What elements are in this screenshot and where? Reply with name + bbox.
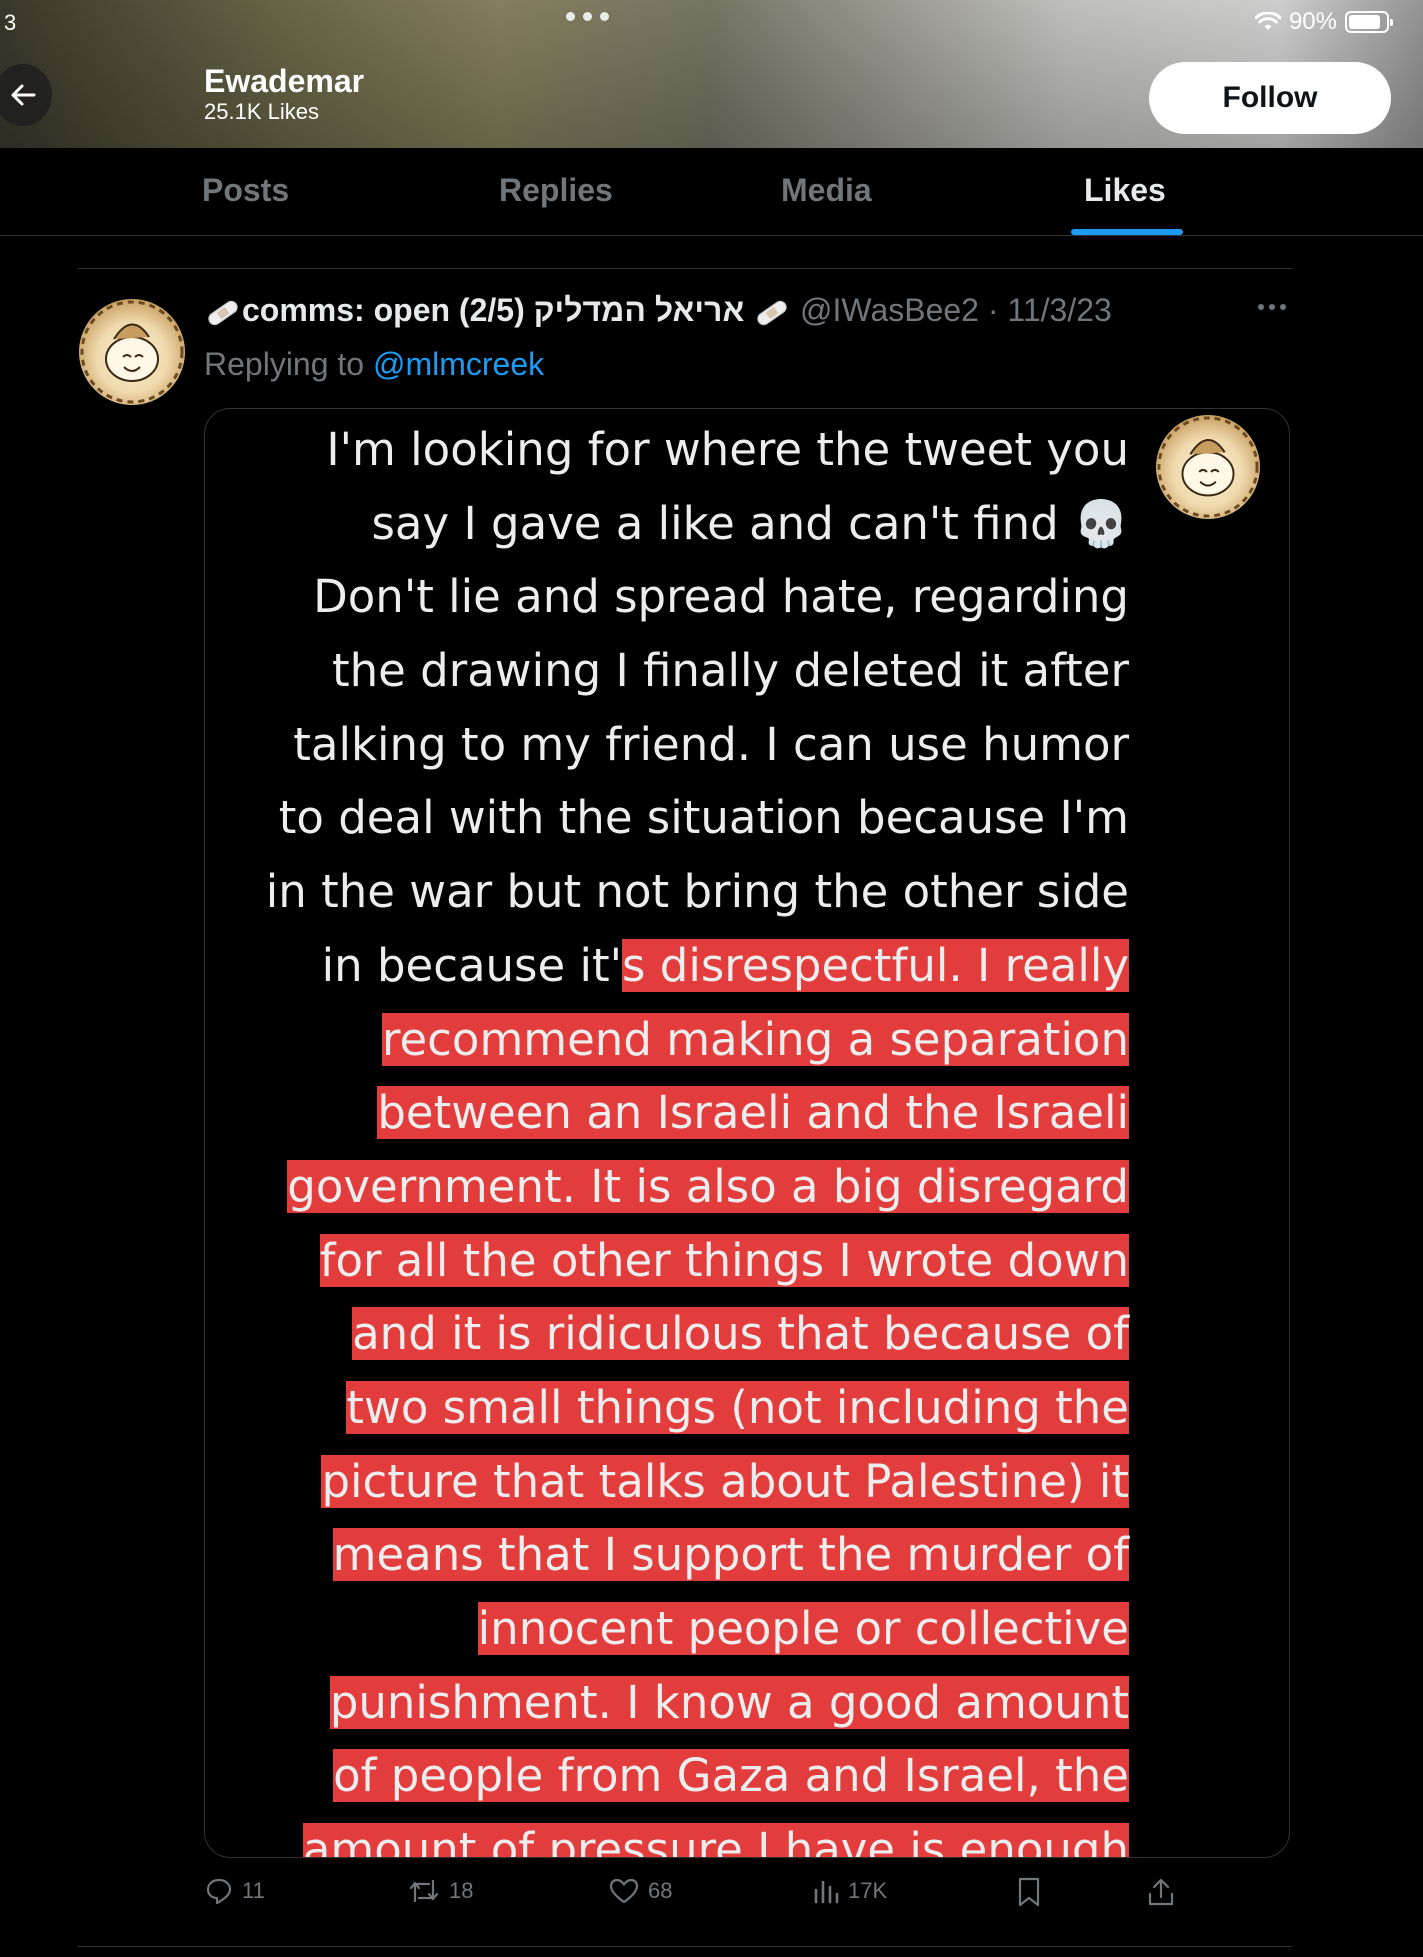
image-text-plain: in because it' (321, 938, 622, 992)
image-text-line: the drawing I finally deleted it after (205, 634, 1129, 708)
image-text-plain: in the war but not bring the other side (265, 865, 1129, 919)
image-text-highlighted: innocent people or collective (477, 1602, 1129, 1655)
repost-button[interactable]: 18 (407, 1876, 473, 1906)
image-avatar (1156, 415, 1260, 519)
tweet-header: comms: open (2/5) אריאל המדליק @IWasBee2… (204, 292, 1112, 329)
image-text-plain: to deal with the situation because I'm (278, 791, 1129, 845)
replying-to: Replying to @mlmcreek (204, 346, 544, 383)
more-icon[interactable] (1258, 304, 1286, 310)
bandage-icon (753, 298, 791, 328)
repost-icon (407, 1876, 441, 1906)
image-text-plain: the drawing I finally deleted it after (332, 644, 1129, 698)
image-text-highlighted: between an Israeli and the Israeli (377, 1086, 1129, 1140)
like-icon (608, 1876, 640, 1906)
tweet-image[interactable]: I'm looking for where the tweet you say I… (204, 408, 1290, 1858)
tab-likes[interactable]: Likes (1084, 172, 1166, 209)
status-indicators: 90% (1254, 8, 1393, 36)
bookmark-button[interactable] (1016, 1876, 1042, 1908)
image-text-highlighted: of people from Gaza and Israel, the (333, 1749, 1129, 1803)
wifi-icon (1254, 12, 1281, 32)
image-text-highlighted: for all the other things I wrote down (319, 1233, 1129, 1287)
image-text: I'm looking for where the tweet you say I… (205, 413, 1129, 1857)
image-text-plain: talking to my friend. I can use humor (293, 717, 1129, 771)
tab-posts[interactable]: Posts (202, 172, 289, 209)
image-text-highlighted: punishment. I know a good amount (329, 1675, 1129, 1729)
image-text-line: in because it's disrespectful. I really (205, 929, 1129, 1003)
image-text-plain: I'm looking for where the tweet you (326, 423, 1129, 476)
image-text-line: talking to my friend. I can use humor (205, 708, 1129, 782)
image-text-line: of people from Gaza and Israel, the (205, 1739, 1129, 1813)
image-text-plain: say I gave a like and can't find 💀 (371, 496, 1129, 550)
follow-button[interactable]: Follow (1149, 62, 1391, 134)
tweet-handle-date[interactable]: @IWasBee2 · 11/3/23 (800, 292, 1112, 328)
tab-replies[interactable]: Replies (499, 172, 613, 209)
image-text-line: amount of pressure I have is enough (205, 1813, 1129, 1857)
profile-tabs: Posts Replies Media Likes (0, 148, 1423, 236)
replying-mention[interactable]: @mlmcreek (373, 346, 544, 382)
image-text-line: to deal with the situation because I'm (205, 781, 1129, 855)
reply-button[interactable]: 11 (204, 1876, 265, 1906)
like-button[interactable]: 68 (608, 1876, 672, 1906)
image-text-plain: Don't lie and spread hate, regarding (313, 570, 1129, 624)
tweet-author-name[interactable]: comms: open (2/5) אריאל המדליק (242, 292, 744, 328)
reply-count: 11 (242, 1878, 265, 1903)
image-text-line: say I gave a like and can't find 💀 (205, 487, 1129, 561)
back-arrow-icon (8, 80, 38, 110)
image-text-line: I'm looking for where the tweet you (205, 413, 1129, 487)
bookmark-icon (1016, 1876, 1042, 1908)
like-count: 68 (648, 1878, 673, 1903)
image-text-line: government. It is also a big disregard (205, 1150, 1129, 1224)
image-text-line: means that I support the murder of (205, 1518, 1129, 1592)
divider (78, 268, 1292, 269)
image-text-line: Don't lie and spread hate, regarding (205, 560, 1129, 634)
profile-likes-count: 25.1K Likes (204, 99, 319, 125)
repost-count: 18 (449, 1878, 474, 1903)
replying-prefix: Replying to (204, 346, 365, 382)
image-text-line: recommend making a separation (205, 1003, 1129, 1077)
image-text-line: punishment. I know a good amount (205, 1666, 1129, 1740)
image-text-line: innocent people or collective (205, 1592, 1129, 1666)
battery-percent: 90% (1288, 8, 1337, 35)
image-text-line: for all the other things I wrote down (205, 1224, 1129, 1298)
views-count: 17K (848, 1878, 888, 1903)
image-text-highlighted: government. It is also a big disregard (287, 1159, 1129, 1213)
tab-media[interactable]: Media (781, 172, 872, 209)
views-button[interactable]: 17K (812, 1876, 887, 1906)
active-tab-indicator (1071, 229, 1183, 235)
views-icon (812, 1876, 840, 1906)
status-time: 3 (4, 10, 17, 35)
share-button[interactable] (1146, 1876, 1176, 1908)
reply-icon (204, 1876, 234, 1906)
image-text-highlighted: amount of pressure I have is enough (302, 1823, 1129, 1857)
multitasking-dots-icon[interactable] (566, 12, 609, 21)
image-text-line: two small things (not including the (205, 1371, 1129, 1445)
image-text-line: in the war but not bring the other side (205, 855, 1129, 929)
image-text-highlighted: s disrespectful. I really (622, 938, 1129, 992)
tweet-actions: 11 18 68 17K (204, 1876, 1204, 1916)
image-text-highlighted: means that I support the murder of (332, 1528, 1129, 1582)
divider (78, 1946, 1292, 1947)
image-text-line: picture that talks about Palestine) it (205, 1445, 1129, 1519)
avatar[interactable] (79, 299, 185, 405)
profile-name: Ewademar (204, 63, 365, 99)
share-icon (1146, 1876, 1176, 1908)
image-text-highlighted: recommend making a separation (381, 1012, 1129, 1066)
image-text-line: between an Israeli and the Israeli (205, 1076, 1129, 1150)
image-text-line: and it is ridiculous that because of (205, 1297, 1129, 1371)
bandage-icon (204, 298, 242, 328)
image-text-highlighted: and it is ridiculous that because of (352, 1307, 1129, 1361)
image-text-highlighted: picture that talks about Palestine) it (321, 1454, 1129, 1508)
profile-title: Ewademar 25.1K Likes (204, 63, 365, 126)
battery-icon (1345, 11, 1393, 33)
image-text-highlighted: two small things (not including the (346, 1380, 1129, 1434)
